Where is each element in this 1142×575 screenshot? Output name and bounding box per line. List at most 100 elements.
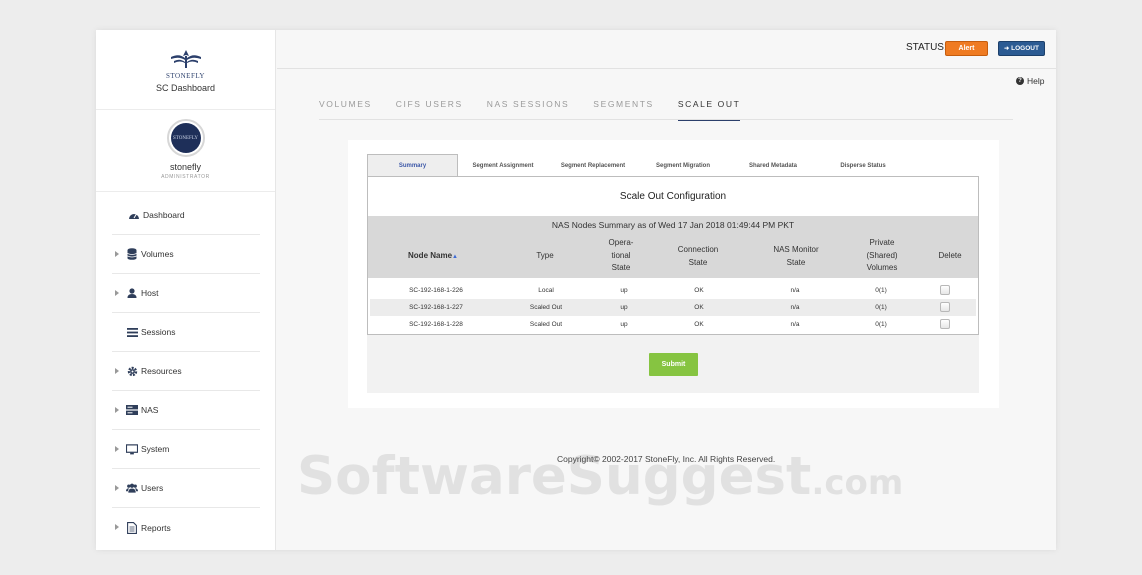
cell-type: Scaled Out: [529, 304, 563, 311]
sidebar-item-system[interactable]: System: [112, 430, 260, 469]
col-label-line: Private: [869, 238, 895, 247]
sidebar-item-resources[interactable]: Resources: [112, 352, 260, 391]
col-label-line: Volumes: [866, 263, 898, 272]
expand-caret-icon: [115, 251, 119, 257]
database-icon: [126, 248, 138, 260]
cell-conn-state: OK: [694, 321, 704, 328]
sidebar-item-label: Dashboard: [143, 210, 185, 220]
col-label-line: (Shared): [866, 250, 898, 260]
col-label-line: State: [688, 257, 708, 267]
cell-type: Local: [538, 287, 554, 294]
cell-op-state: up: [620, 321, 628, 328]
cell-conn-state: OK: [694, 304, 704, 311]
sidebar-item-nas[interactable]: NAS: [112, 391, 260, 430]
table-row: SC-192-168-1-228 Scaled Out up OK n/a 0(…: [370, 316, 976, 333]
expand-caret-icon: [115, 368, 119, 374]
avatar-logo: STONEFLY: [170, 123, 201, 153]
cell-op-state: up: [620, 287, 628, 294]
cell-monitor-state: n/a: [790, 287, 800, 294]
cell-monitor-state: n/a: [790, 304, 800, 311]
header-divider: [277, 68, 1056, 69]
sidebar-item-label: NAS: [141, 405, 159, 415]
col-node-name[interactable]: Node Name▲: [398, 250, 468, 264]
delete-checkbox[interactable]: [940, 319, 950, 329]
sidebar-item-label: Host: [141, 288, 159, 298]
col-node-name-label: Node Name: [408, 251, 453, 260]
col-label-line: State: [786, 257, 806, 267]
expand-caret-icon: [115, 524, 119, 530]
subtab-segment-replacement[interactable]: Segment Replacement: [548, 154, 638, 177]
copyright: Copyright© 2002-2017 StoneFly, Inc. All …: [557, 454, 776, 464]
brand-subtitle: SC Dashboard: [155, 83, 216, 93]
col-label-line: NAS Monitor: [773, 245, 819, 254]
table-header: NAS Nodes Summary as of Wed 17 Jan 2018 …: [368, 216, 978, 278]
tab-volumes[interactable]: VOLUMES: [319, 99, 372, 121]
table-row: SC-192-168-1-226 Local up OK n/a 0(1): [370, 282, 976, 299]
users-icon: [126, 482, 138, 494]
logout-icon: ➜: [1004, 46, 1010, 52]
col-label-line: Opera-: [608, 238, 634, 247]
tab-nas-sessions[interactable]: NAS SESSIONS: [487, 99, 570, 121]
logout-button[interactable]: ➜ LOGOUT: [998, 41, 1045, 56]
brand: STONEFLY SC Dashboard: [96, 30, 275, 110]
cell-op-state: up: [620, 304, 628, 311]
help-label: Help: [1027, 76, 1045, 86]
col-label-line: tional: [611, 250, 631, 260]
cell-conn-state: OK: [694, 287, 704, 294]
help-link[interactable]: ? Help: [1016, 76, 1044, 86]
delete-checkbox[interactable]: [940, 285, 950, 295]
subtab-segment-assignment[interactable]: Segment Assignment: [458, 154, 548, 177]
status-label: STATUS:: [906, 42, 947, 53]
nodes-summary: NAS Nodes Summary as of Wed 17 Jan 2018 …: [551, 220, 795, 230]
col-nas-monitor-state: NAS Monitor State: [759, 244, 833, 269]
sidebar-item-host[interactable]: Host: [112, 274, 260, 313]
submit-button[interactable]: Submit: [649, 353, 698, 376]
subtab-shared-metadata[interactable]: Shared Metadata: [728, 154, 818, 177]
sidebar: STONEFLY SC Dashboard STONEFLY stonefly …: [96, 30, 276, 550]
sidebar-item-volumes[interactable]: Volumes: [112, 235, 260, 274]
sidebar-item-dashboard[interactable]: Dashboard: [112, 196, 260, 235]
sidebar-item-sessions[interactable]: Sessions: [112, 313, 260, 352]
cell-node-name: SC-192-168-1-227: [409, 304, 463, 311]
col-private-volumes: Private (Shared) Volumes: [852, 237, 912, 275]
nodes-table-body: SC-192-168-1-226 Local up OK n/a 0(1) SC…: [370, 282, 976, 333]
cell-volumes: 0(1): [875, 321, 887, 328]
tab-segments[interactable]: SEGMENTS: [593, 99, 654, 121]
avatar[interactable]: STONEFLY: [166, 119, 205, 157]
monitor-icon: [126, 443, 138, 455]
sidebar-item-label: Reports: [141, 522, 171, 533]
sidebar-item-users[interactable]: Users: [112, 469, 260, 508]
sidebar-nav: Dashboard Volumes Host Sessions Resource…: [112, 196, 260, 547]
col-delete: Delete: [938, 251, 962, 260]
expand-caret-icon: [115, 446, 119, 452]
dashboard-icon: [128, 209, 140, 221]
alert-button[interactable]: Alert: [945, 41, 988, 56]
expand-caret-icon: [115, 407, 119, 413]
sidebar-item-label: System: [141, 444, 170, 454]
delete-checkbox[interactable]: [940, 302, 950, 312]
sort-asc-icon: ▲: [452, 254, 458, 260]
sub-tabs: Summary Segment Assignment Segment Repla…: [367, 154, 979, 177]
user-role: ADMINISTRATOR: [161, 174, 210, 180]
question-circle-icon: ?: [1016, 77, 1024, 85]
col-label-line: State: [611, 263, 631, 272]
subtab-disperse-status[interactable]: Disperse Status: [818, 154, 908, 177]
cell-monitor-state: n/a: [790, 321, 800, 328]
list-icon: [126, 326, 138, 338]
cell-node-name: SC-192-168-1-226: [409, 287, 463, 294]
tab-cifs-users[interactable]: CIFS USERS: [396, 99, 463, 121]
main-tabs: VOLUMES CIFS USERS NAS SESSIONS SEGMENTS…: [319, 99, 764, 121]
sidebar-item-reports[interactable]: Reports: [112, 508, 260, 547]
user-icon: [126, 287, 138, 299]
scale-out-panel: Scale Out Configuration NAS Nodes Summar…: [367, 176, 979, 335]
subtab-summary[interactable]: Summary: [367, 154, 458, 177]
col-type: Type: [536, 251, 554, 260]
col-label-line: Connection: [677, 245, 719, 254]
server-icon: [126, 404, 138, 416]
cell-volumes: 0(1): [875, 304, 887, 311]
col-operational-state: Opera- tional State: [596, 237, 646, 275]
cell-node-name: SC-192-168-1-228: [409, 321, 463, 328]
subtab-segment-migration[interactable]: Segment Migration: [638, 154, 728, 177]
user-profile: STONEFLY stonefly ADMINISTRATOR: [96, 110, 275, 192]
tab-scale-out[interactable]: SCALE OUT: [677, 99, 741, 121]
